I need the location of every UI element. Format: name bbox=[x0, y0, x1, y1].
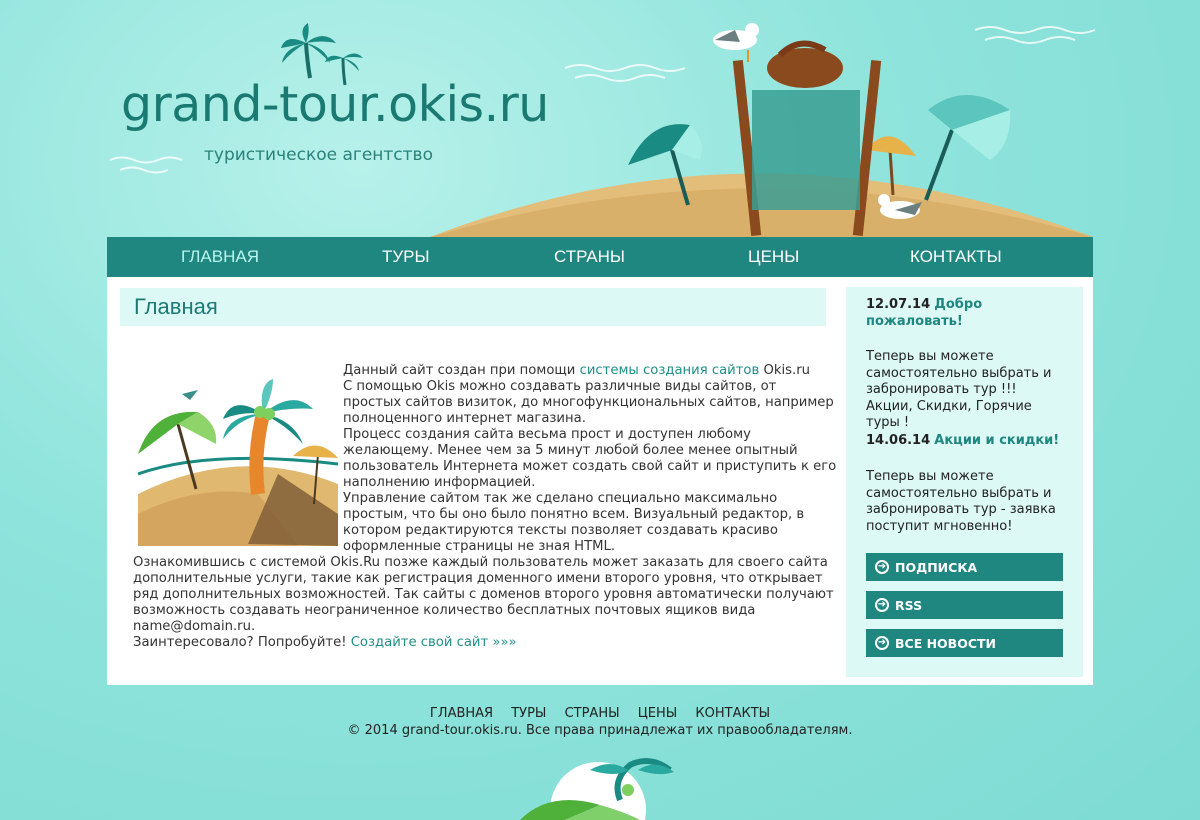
rss-button[interactable]: ➜ RSS bbox=[866, 591, 1063, 619]
news-body: Теперь вы можете самостоятельно выбрать … bbox=[866, 349, 1052, 430]
page-title: Главная bbox=[134, 294, 218, 319]
create-site-link[interactable]: Создайте свой сайт »»» bbox=[351, 635, 517, 650]
all-news-button[interactable]: ➜ ВСЕ НОВОСТИ bbox=[866, 629, 1063, 657]
news-date: 14.06.14 bbox=[866, 433, 931, 448]
article-line: оформленные страницы не зная HTML. bbox=[343, 539, 616, 554]
footer-nav: ГЛАВНАЯ ТУРЫ СТРАНЫ ЦЕНЫ КОНТАКТЫ bbox=[0, 706, 1200, 721]
article-line: простых сайтов визиток, до многофункцион… bbox=[343, 395, 834, 410]
site-tagline: туристическое агентство bbox=[204, 145, 433, 165]
title-bar bbox=[120, 288, 826, 326]
article-line: возможность создавать неограниченное кол… bbox=[133, 603, 756, 618]
article-line: желающему. Менее чем за 5 минут любой бо… bbox=[343, 443, 798, 458]
news-item: 14.06.14 Акции и скидки! bbox=[866, 433, 1066, 450]
all-news-label: ВСЕ НОВОСТИ bbox=[895, 635, 996, 651]
article-line: Управление сайтом так же сделано специал… bbox=[343, 491, 778, 506]
site-logo[interactable]: grand-tour.okis.ru bbox=[121, 80, 549, 129]
footer-link-home[interactable]: ГЛАВНАЯ bbox=[430, 706, 493, 721]
copyright: © 2014 grand-tour.okis.ru. Все права при… bbox=[347, 723, 853, 738]
article-line: котором редактируются тексты позволяет с… bbox=[343, 523, 778, 538]
article-line: простым, что бы оно было понятно всем. В… bbox=[343, 507, 805, 522]
nav-item-contacts[interactable]: КОНТАКТЫ bbox=[910, 247, 1002, 267]
footer-link-contacts[interactable]: КОНТАКТЫ bbox=[695, 706, 770, 721]
nav-item-countries[interactable]: СТРАНЫ bbox=[554, 247, 625, 267]
news-title-link[interactable]: Акции и скидки! bbox=[934, 433, 1059, 448]
nav-item-prices[interactable]: ЦЕНЫ bbox=[748, 247, 799, 267]
nav-item-tours[interactable]: ТУРЫ bbox=[382, 247, 430, 267]
article-line: Процесс создания сайта весьма прост и до… bbox=[343, 427, 751, 442]
footer-link-tours[interactable]: ТУРЫ bbox=[511, 706, 546, 721]
subscribe-label: ПОДПИСКА bbox=[895, 559, 978, 575]
article-line: Данный сайт создан при помощи системы со… bbox=[343, 363, 810, 378]
article-line: дополнительные услуги, такие как регистр… bbox=[133, 571, 823, 586]
news-item: 12.07.14 Добро пожаловать! bbox=[866, 297, 1066, 330]
article-line: пользователь Интернета может создать сво… bbox=[343, 459, 837, 474]
article-line: ряд дополнительных возможностей. Так сай… bbox=[133, 587, 834, 602]
footer-link-countries[interactable]: СТРАНЫ bbox=[565, 706, 620, 721]
article-line: С помощью Okis можно создавать различные… bbox=[343, 379, 777, 394]
news-date: 12.07.14 bbox=[866, 297, 931, 312]
nav-item-home[interactable]: ГЛАВНАЯ bbox=[181, 247, 259, 267]
rss-label: RSS bbox=[895, 597, 923, 613]
arrow-right-icon: ➜ bbox=[875, 598, 889, 612]
beach-illustration bbox=[138, 379, 338, 546]
article-line: Ознакомившись с системой Okis.Ru позже к… bbox=[133, 555, 828, 570]
news-body: Теперь вы можете самостоятельно выбрать … bbox=[866, 469, 1056, 534]
arrow-right-icon: ➜ bbox=[875, 636, 889, 650]
subscribe-button[interactable]: ➜ ПОДПИСКА bbox=[866, 553, 1063, 581]
main-nav: ГЛАВНАЯ ТУРЫ СТРАНЫ ЦЕНЫ КОНТАКТЫ bbox=[107, 237, 1093, 277]
article-line: name@domain.ru. bbox=[133, 619, 256, 634]
article-line: полноценного интернет магазина. bbox=[343, 411, 586, 426]
article-line: Заинтересовало? Попробуйте! Создайте сво… bbox=[133, 635, 517, 650]
article-line: наполнению информацией. bbox=[343, 475, 536, 490]
arrow-right-icon: ➜ bbox=[875, 560, 889, 574]
footer-link-prices[interactable]: ЦЕНЫ bbox=[638, 706, 678, 721]
cms-link[interactable]: системы создания сайтов bbox=[580, 363, 760, 378]
